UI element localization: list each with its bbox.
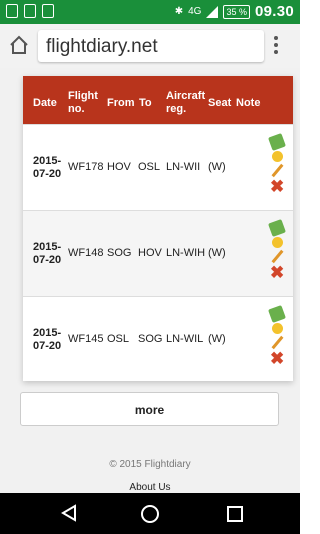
header-flight: Flight no. — [68, 90, 98, 115]
row-actions: ✖ — [268, 305, 286, 368]
delete-icon[interactable]: ✖ — [270, 350, 284, 367]
cell-flight: WF148 — [68, 247, 104, 259]
header-note: Note — [236, 97, 261, 109]
cell-reg: LN-WIL — [166, 333, 204, 345]
address-bar[interactable]: flightdiary.net — [38, 30, 264, 62]
cell-flight: WF145 — [68, 333, 104, 345]
clock: 09.30 — [254, 3, 294, 20]
flights-table: Date Flight no. From To Aircraft reg. Se… — [23, 76, 293, 381]
edit-icon[interactable] — [270, 164, 284, 178]
cell-seat: (W) — [208, 161, 226, 173]
cell-seat: (W) — [208, 247, 226, 259]
home-icon[interactable] — [8, 34, 30, 56]
about-us-link[interactable]: About Us — [0, 482, 300, 493]
cell-from: OSL — [107, 333, 130, 345]
notification-icon — [24, 4, 36, 18]
cell-to: SOG — [138, 333, 163, 345]
edit-icon[interactable] — [270, 336, 284, 350]
url-text: flightdiary.net — [46, 36, 158, 57]
notification-icon — [6, 4, 18, 18]
cell-to: HOV — [138, 247, 162, 259]
cell-from: SOG — [107, 247, 132, 259]
table-row: 2015-07-20 WF178 HOV OSL LN-WII (W) ✖ — [23, 124, 293, 211]
header-seat: Seat — [208, 97, 232, 109]
table-row: 2015-07-20 WF148 SOG HOV LN-WIH (W) ✖ — [23, 210, 293, 297]
more-button[interactable]: more — [20, 392, 279, 426]
edit-icon[interactable] — [270, 250, 284, 264]
cell-reg: LN-WIH — [166, 247, 206, 259]
bluetooth-icon: ✱ — [174, 6, 184, 17]
cell-date: 2015-07-20 — [33, 327, 62, 352]
cell-date: 2015-07-20 — [33, 155, 62, 180]
network-type: 4G — [188, 6, 202, 17]
home-circle-icon[interactable] — [140, 504, 160, 524]
copyright-text: © 2015 Flightdiary — [109, 459, 191, 470]
more-vert-icon[interactable] — [274, 36, 278, 56]
row-actions: ✖ — [268, 219, 286, 282]
money-icon[interactable] — [268, 219, 286, 237]
status-bar: ✱ 4G 35 % 09.30 — [0, 0, 300, 24]
header-from: From — [107, 97, 135, 109]
browser-toolbar: flightdiary.net — [0, 24, 300, 69]
navigation-bar — [0, 493, 300, 534]
recents-icon[interactable] — [227, 506, 243, 522]
delete-icon[interactable]: ✖ — [270, 264, 284, 281]
table-header: Date Flight no. From To Aircraft reg. Se… — [23, 76, 293, 124]
battery-indicator: 35 % — [223, 4, 250, 19]
star-icon[interactable] — [272, 237, 283, 248]
cell-from: HOV — [107, 161, 131, 173]
money-icon[interactable] — [268, 305, 286, 323]
cell-to: OSL — [138, 161, 161, 173]
page-content: Date Flight no. From To Aircraft reg. Se… — [0, 68, 300, 493]
header-date: Date — [33, 97, 57, 109]
delete-icon[interactable]: ✖ — [270, 178, 284, 195]
cell-reg: LN-WII — [166, 161, 201, 173]
row-actions: ✖ — [268, 133, 286, 196]
star-icon[interactable] — [272, 323, 283, 334]
back-icon[interactable] — [60, 504, 78, 522]
notification-icons — [6, 4, 54, 18]
cell-date: 2015-07-20 — [33, 241, 62, 266]
table-row: 2015-07-20 WF145 OSL SOG LN-WIL (W) ✖ — [23, 296, 293, 383]
header-aircraft: Aircraft reg. — [166, 90, 206, 115]
money-icon[interactable] — [268, 133, 286, 151]
star-icon[interactable] — [272, 151, 283, 162]
cell-flight: WF178 — [68, 161, 104, 173]
header-to: To — [139, 97, 152, 109]
status-indicators: ✱ 4G 35 % 09.30 — [175, 3, 294, 20]
cell-seat: (W) — [208, 333, 226, 345]
notification-icon — [42, 4, 54, 18]
signal-icon — [206, 5, 219, 18]
